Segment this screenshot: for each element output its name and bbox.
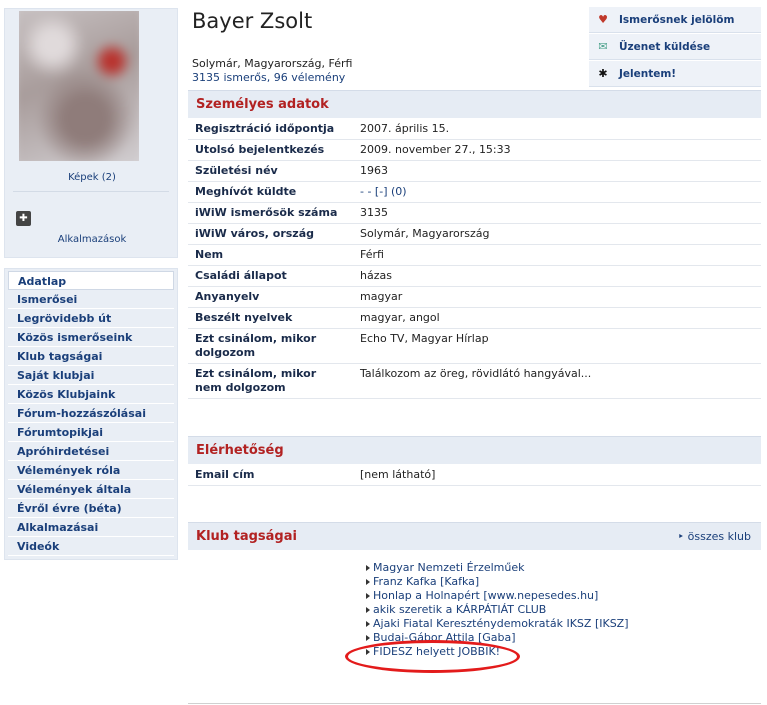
club-link[interactable]: Franz Kafka [Kafka]	[373, 575, 479, 589]
highlight-ellipse	[345, 640, 520, 673]
profile-menu: Adatlap Ismerősei Legrövidebb út Közös i…	[4, 268, 178, 560]
menu-item-kozos-ismeroseink[interactable]: Közös ismerőseink	[8, 328, 174, 347]
section-title: Klub tagságai	[196, 529, 297, 544]
row-key: iWiW ismerősök száma	[188, 202, 353, 224]
menu-item-velemenyek-rola[interactable]: Vélemények róla	[8, 461, 174, 480]
row-key: Nem	[188, 244, 353, 266]
club-link[interactable]: Honlap a Holnapért [www.nepesedes.hu]	[373, 589, 598, 603]
menu-item-alkalmazasai[interactable]: Alkalmazásai	[8, 518, 174, 537]
row-value: 3135	[353, 202, 761, 224]
profile-location: Solymár, Magyarország, Férfi	[192, 57, 353, 70]
row-key: Születési név	[188, 160, 353, 182]
profile-name: Bayer Zsolt	[192, 9, 313, 33]
table-row: Születési név 1963	[188, 160, 761, 182]
menu-item-videok[interactable]: Videók	[8, 537, 174, 556]
list-item[interactable]: akik szeretik a KÁRPÁTIÁT CLUB	[366, 603, 629, 617]
row-value: 2009. november 27., 15:33	[353, 139, 761, 161]
list-item[interactable]: Franz Kafka [Kafka]	[366, 575, 629, 589]
contact-section-header: Elérhetőség	[188, 436, 761, 464]
menu-item-legrovidebb-ut[interactable]: Legrövidebb út	[8, 309, 174, 328]
table-row: Beszélt nyelvek magyar, angol	[188, 307, 761, 329]
menu-item-adatlap[interactable]: Adatlap	[8, 271, 174, 290]
menu-item-sajat-klubjai[interactable]: Saját klubjai	[8, 366, 174, 385]
all-clubs-link[interactable]: ‣ összes klub	[678, 523, 751, 551]
row-value: Solymár, Magyarország	[353, 223, 761, 245]
club-link[interactable]: Ajaki Fiatal Kereszténydemokraták IKSZ […	[373, 617, 629, 631]
row-value: [nem látható]	[353, 465, 761, 486]
divider	[188, 703, 761, 704]
row-value: házas	[353, 265, 761, 287]
table-row: iWiW város, ország Solymár, Magyarország	[188, 223, 761, 245]
divider	[13, 191, 169, 192]
row-value: 1963	[353, 160, 761, 182]
row-value: Echo TV, Magyar Hírlap	[353, 328, 761, 364]
personal-section-header: Személyes adatok	[188, 90, 761, 118]
list-item[interactable]: Honlap a Holnapért [www.nepesedes.hu]	[366, 589, 629, 603]
table-row: Meghívót küldte - - [-] (0)	[188, 181, 761, 203]
club-link[interactable]: akik szeretik a KÁRPÁTIÁT CLUB	[373, 603, 546, 617]
row-key: Ezt csinálom, mikor nem dolgozom	[188, 363, 353, 399]
table-row: Regisztráció időpontja 2007. április 15.	[188, 119, 761, 140]
table-row: Utolsó bejelentkezés 2009. november 27., …	[188, 139, 761, 161]
send-message-button[interactable]: ✉ Üzenet küldése	[589, 34, 761, 60]
row-key: iWiW város, ország	[188, 223, 353, 245]
puzzle-icon[interactable]: ✚	[16, 211, 31, 226]
menu-item-forumtopikjai[interactable]: Fórumtopikjai	[8, 423, 174, 442]
heart-icon: ♥	[598, 13, 608, 26]
menu-item-velemenyek-altala[interactable]: Vélemények általa	[8, 480, 174, 499]
add-friend-button[interactable]: ♥ Ismerősnek jelölöm	[589, 7, 761, 33]
row-value: magyar	[353, 286, 761, 308]
menu-item-kozos-klubjaink[interactable]: Közös Klubjaink	[8, 385, 174, 404]
row-key: Ezt csinálom, mikor dolgozom	[188, 328, 353, 364]
row-value: 2007. április 15.	[353, 119, 761, 140]
apps-link[interactable]: Alkalmazások	[5, 234, 179, 245]
add-friend-label: Ismerősnek jelölöm	[619, 13, 735, 26]
table-row: Családi állapot házas	[188, 265, 761, 287]
action-panel: ♥ Ismerősnek jelölöm ✉ Üzenet küldése ✱ …	[589, 7, 761, 88]
club-link[interactable]: Magyar Nemzeti Érzelműek	[373, 561, 525, 575]
photos-link[interactable]: Képek (2)	[5, 172, 179, 183]
all-clubs-label: összes klub	[687, 530, 751, 543]
list-item[interactable]: Magyar Nemzeti Érzelműek	[366, 561, 629, 575]
menu-item-evrol-evre[interactable]: Évről évre (béta)	[8, 499, 174, 518]
row-key: Családi állapot	[188, 265, 353, 287]
profile-stats-link[interactable]: 3135 ismerős, 96 vélemény	[192, 71, 345, 84]
send-message-label: Üzenet küldése	[619, 40, 711, 53]
clubs-section-header: Klub tagságai ‣ összes klub	[188, 522, 761, 550]
row-key: Meghívót küldte	[188, 181, 353, 203]
row-value: Találkozom az öreg, rövidlátó hangyával.…	[353, 363, 761, 399]
row-key: Regisztráció időpontja	[188, 119, 353, 140]
report-label: Jelentem!	[619, 67, 677, 80]
profile-photo[interactable]	[19, 11, 139, 161]
table-row: iWiW ismerősök száma 3135	[188, 202, 761, 224]
contact-table: Email cím [nem látható]	[188, 465, 761, 486]
row-key: Beszélt nyelvek	[188, 307, 353, 329]
table-row: Ezt csinálom, mikor nem dolgozom Találkoz…	[188, 363, 761, 399]
menu-item-klub-tagsagai[interactable]: Klub tagságai	[8, 347, 174, 366]
report-button[interactable]: ✱ Jelentem!	[589, 61, 761, 87]
mail-icon: ✉	[598, 40, 608, 53]
row-key: Email cím	[188, 465, 353, 486]
table-row: Email cím [nem látható]	[188, 465, 761, 486]
row-key: Anyanyelv	[188, 286, 353, 308]
row-value: Férfi	[353, 244, 761, 266]
table-row: Anyanyelv magyar	[188, 286, 761, 308]
personal-data-table: Regisztráció időpontja 2007. április 15. …	[188, 119, 761, 399]
row-value: magyar, angol	[353, 307, 761, 329]
table-row: Nem Férfi	[188, 244, 761, 266]
profile-card: Képek (2) ✚ Alkalmazások	[4, 8, 178, 258]
table-row: Ezt csinálom, mikor dolgozom Echo TV, Mag…	[188, 328, 761, 364]
flag-icon: ✱	[598, 67, 608, 80]
menu-item-aprohirdetesei[interactable]: Apróhirdetései	[8, 442, 174, 461]
menu-item-forum-hozzaszolasai[interactable]: Fórum-hozzászólásai	[8, 404, 174, 423]
section-title: Személyes adatok	[196, 97, 329, 112]
menu-item-ismerosei[interactable]: Ismerősei	[8, 290, 174, 309]
list-item[interactable]: Ajaki Fiatal Kereszténydemokraták IKSZ […	[366, 617, 629, 631]
inviter-link[interactable]: - - [-] (0)	[360, 185, 407, 198]
section-title: Elérhetőség	[196, 443, 284, 458]
row-key: Utolsó bejelentkezés	[188, 139, 353, 161]
profile-sidebar: Képek (2) ✚ Alkalmazások	[4, 8, 178, 258]
